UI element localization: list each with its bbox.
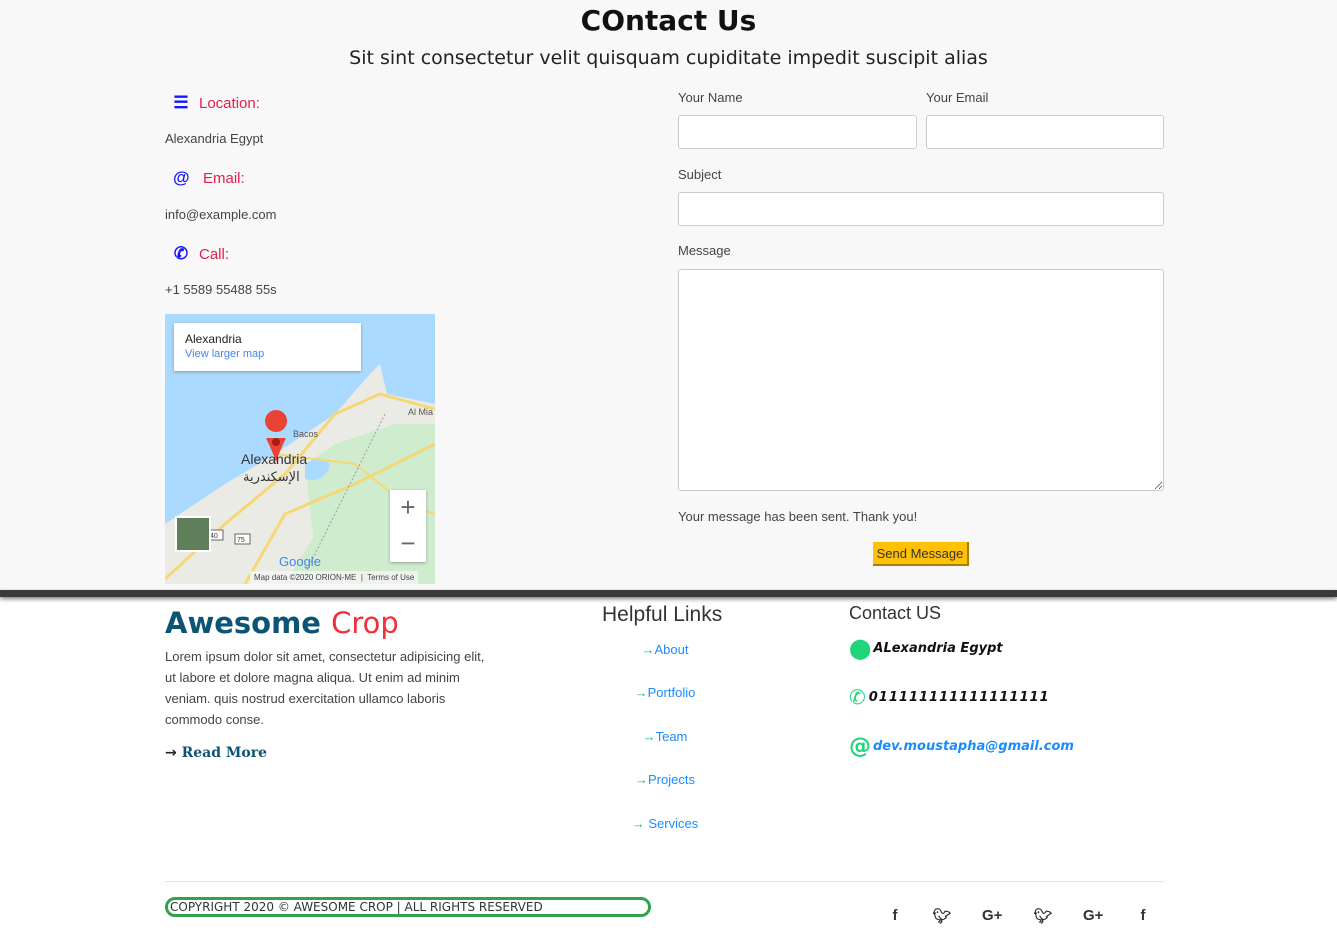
arrow-right-icon: → bbox=[635, 772, 649, 787]
page-title: COntact Us bbox=[580, 4, 757, 37]
zoom-in-button[interactable]: + bbox=[390, 490, 426, 526]
subject-label: Subject bbox=[678, 167, 722, 182]
terms-of-use-link[interactable]: Terms of Use bbox=[367, 573, 414, 582]
phone-volume-icon: ✆ bbox=[173, 244, 189, 263]
google-logo: Google bbox=[279, 554, 321, 569]
email-link-text[interactable]: dev.moustapha@gmail.com bbox=[873, 739, 1074, 754]
address-text: ALexandria Egypt bbox=[873, 640, 1003, 656]
brand-part-2: Crop bbox=[331, 606, 399, 640]
read-more-link[interactable]: → Read More bbox=[165, 745, 267, 761]
map-place-card: Alexandria View larger map bbox=[174, 323, 361, 371]
map-bacos-label: Bacos bbox=[293, 429, 319, 439]
arrow-right-icon: → bbox=[641, 642, 655, 657]
footer-brand: Awesome Crop bbox=[165, 606, 399, 640]
footer-contact-title: Contact US bbox=[849, 603, 942, 623]
google-plus-icon[interactable]: G+ bbox=[1083, 907, 1103, 924]
twitter-icon[interactable]: 🐦︎ bbox=[932, 907, 952, 925]
phone-icon: ✆ bbox=[849, 685, 867, 709]
name-input[interactable] bbox=[678, 115, 917, 149]
call-label: Call: bbox=[199, 245, 230, 263]
map-embed[interactable]: Alexandria الإسكندرية Bacos Al Mia 40 75… bbox=[165, 314, 435, 584]
link-projects[interactable]: →Projects bbox=[565, 772, 765, 787]
copyright: COPYRIGHT 2020 © AWESOME CROP | ALL RIGH… bbox=[165, 897, 651, 917]
link-label: Services bbox=[648, 816, 699, 831]
subject-input[interactable] bbox=[678, 192, 1164, 226]
link-label: Portfolio bbox=[647, 685, 696, 700]
location-heading: ☰ Location: bbox=[173, 93, 260, 113]
email-input[interactable] bbox=[926, 115, 1164, 149]
footer-email[interactable]: @ dev.moustapha@gmail.com bbox=[849, 734, 1074, 759]
at-icon: @ bbox=[173, 168, 190, 187]
map-zoom-controls: + − bbox=[390, 490, 426, 562]
location-text: Alexandria Egypt bbox=[165, 131, 264, 146]
link-services[interactable]: → Services bbox=[565, 816, 765, 831]
call-heading: ✆ Call: bbox=[173, 244, 229, 264]
link-about[interactable]: →About bbox=[565, 642, 765, 657]
google-plus-icon[interactable]: G+ bbox=[982, 907, 1002, 924]
page-subtitle: Sit sint consectetur velit quisquam cupi… bbox=[349, 47, 988, 69]
road-75-label: 75 bbox=[237, 537, 245, 544]
footer-about: Lorem ipsum dolor sit amet, consectetur … bbox=[165, 649, 485, 727]
footer-phone: ✆ 011111111111111111 bbox=[849, 685, 1050, 709]
view-larger-map-link[interactable]: View larger map bbox=[185, 348, 350, 360]
link-label: Projects bbox=[648, 772, 695, 787]
road-40-label: 40 bbox=[210, 533, 218, 540]
arrow-right-icon: → bbox=[642, 729, 656, 744]
footer-divider bbox=[0, 590, 1337, 597]
message-textarea[interactable] bbox=[678, 269, 1164, 491]
arrow-right-icon: → bbox=[165, 745, 177, 761]
email-text: info@example.com bbox=[165, 207, 277, 222]
send-message-button[interactable]: Send Message bbox=[873, 542, 969, 566]
arrow-right-icon: → bbox=[634, 685, 648, 700]
footer-address: ⬤ ALexandria Egypt bbox=[849, 636, 1003, 660]
map-marker-icon: ⬤ bbox=[849, 636, 872, 660]
phone-text: +1 5589 55488 55s bbox=[165, 282, 277, 297]
name-label: Your Name bbox=[678, 90, 743, 105]
link-team[interactable]: →Team bbox=[565, 729, 765, 744]
email-field-label: Your Email bbox=[926, 90, 989, 105]
map-place-name: Alexandria bbox=[185, 332, 242, 346]
phone-number-text: 011111111111111111 bbox=[868, 689, 1050, 705]
link-portfolio[interactable]: →Portfolio bbox=[565, 685, 765, 700]
read-more-label: Read More bbox=[181, 745, 268, 761]
brand-part-1: Awesome bbox=[165, 606, 321, 640]
footer-rule bbox=[165, 881, 1164, 882]
contact-section: COntact Us Sit sint consectetur velit qu… bbox=[0, 0, 1337, 590]
signpost-icon: ☰ bbox=[173, 93, 189, 112]
arrow-right-icon: → bbox=[631, 816, 645, 831]
email-heading: @ Email: bbox=[173, 168, 245, 188]
zoom-out-button[interactable]: − bbox=[390, 526, 426, 562]
sent-message: Your message has been sent. Thank you! bbox=[678, 509, 918, 524]
twitter-icon[interactable]: 🐦︎ bbox=[1033, 907, 1053, 925]
message-label: Message bbox=[678, 243, 731, 258]
map-data-text: Map data ©2020 ORION-ME bbox=[254, 573, 357, 582]
email-label: Email: bbox=[203, 169, 245, 187]
at-icon: @ bbox=[849, 734, 871, 759]
link-label: Team bbox=[655, 729, 688, 744]
map-city-label-arabic: الإسكندرية bbox=[243, 470, 300, 485]
map-attribution: Map data ©2020 ORION-ME | Terms of Use bbox=[250, 571, 419, 584]
map-almia-label: Al Mia bbox=[408, 407, 433, 417]
helpful-links-title: Helpful Links bbox=[602, 603, 723, 626]
map-city-label: Alexandria bbox=[241, 451, 307, 467]
link-label: About bbox=[654, 642, 689, 657]
facebook-icon[interactable]: f bbox=[1133, 907, 1153, 924]
location-label: Location: bbox=[199, 94, 260, 112]
facebook-icon[interactable]: f bbox=[885, 907, 905, 924]
